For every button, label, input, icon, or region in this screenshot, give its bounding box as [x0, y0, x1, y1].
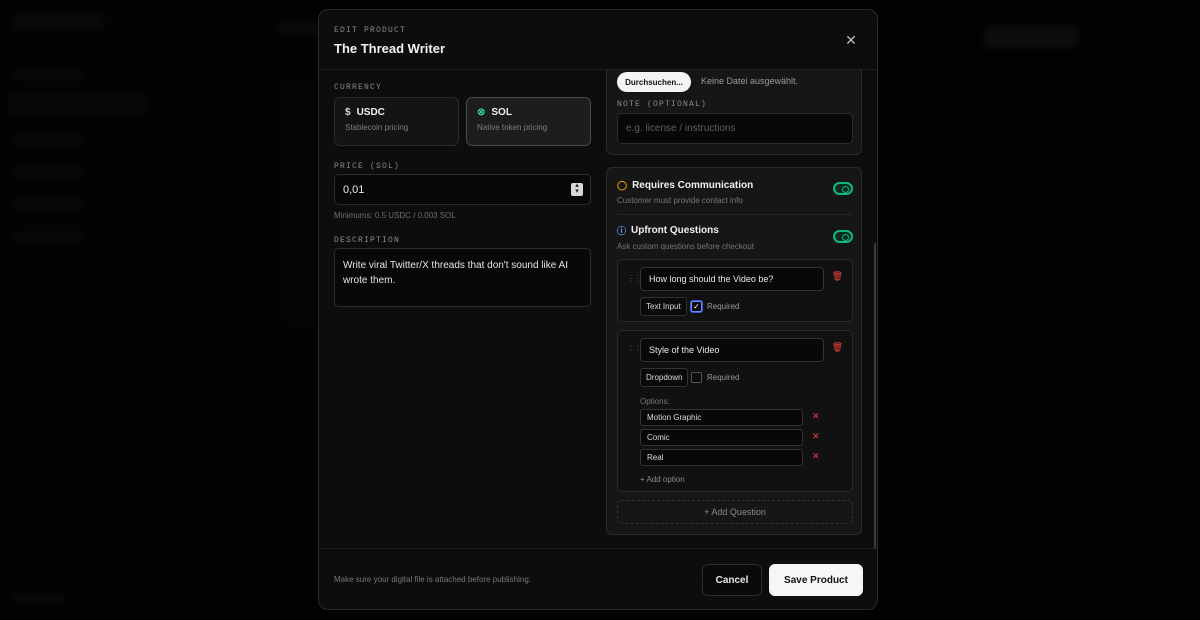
currency-option-title: SOL — [491, 107, 512, 118]
remove-option-icon[interactable]: ✕ — [812, 451, 820, 462]
modal-eyebrow: EDIT PRODUCT — [334, 26, 407, 35]
trash-icon[interactable]: 🗑 — [832, 342, 843, 353]
upfront-questions-toggle[interactable] — [833, 230, 853, 243]
option-input[interactable]: Motion Graphic — [640, 409, 803, 426]
question-card: ⋮⋮ How long should the Video be? 🗑 Text … — [617, 259, 853, 322]
chat-bubble-icon: ◯ — [617, 180, 628, 190]
question-text-input[interactable]: Style of the Video — [640, 338, 824, 362]
required-checkbox[interactable]: ✓ — [691, 301, 702, 312]
upfront-questions-row: ⓘ Upfront Questions Ask custom questions… — [617, 224, 853, 251]
required-checkbox[interactable] — [691, 372, 702, 383]
question-card: ⋮⋮ Style of the Video 🗑 Dropdown Require… — [617, 330, 853, 492]
option-input[interactable]: Comic — [640, 429, 803, 446]
required-label: Required — [707, 373, 740, 382]
description-textarea[interactable]: Write viral Twitter/X threads that don't… — [334, 248, 591, 307]
scrollbar[interactable] — [874, 243, 876, 557]
divider — [617, 214, 853, 215]
close-icon[interactable]: ✕ — [843, 32, 859, 48]
question-circle-icon: ⓘ — [617, 226, 627, 236]
upfront-questions-subtitle: Ask custom questions before checkout — [617, 242, 754, 251]
add-question-button[interactable]: + Add Question — [617, 500, 853, 524]
question-text-input[interactable]: How long should the Video be? — [640, 267, 824, 291]
option-input[interactable]: Real — [640, 449, 803, 466]
cancel-button[interactable]: Cancel — [702, 564, 762, 596]
required-label: Required — [707, 302, 740, 311]
price-value: 0,01 — [343, 183, 365, 196]
right-column: Durchsuchen... Keine Datei ausgewählt. N… — [606, 70, 862, 548]
question-type-select[interactable]: Dropdown — [640, 368, 689, 387]
drag-handle-icon[interactable]: ⋮⋮ — [627, 274, 642, 283]
price-input[interactable]: 0,01 ▴ ▾ — [334, 174, 591, 205]
requires-communication-toggle[interactable] — [833, 182, 853, 195]
modal-body: CURRENCY $ USDC Stablecoin pricing ⊗ SOL… — [319, 70, 877, 557]
number-stepper-icon[interactable]: ▴ ▾ — [571, 182, 583, 196]
footer-note: Make sure your digital file is attached … — [334, 575, 531, 584]
note-label: NOTE (OPTIONAL) — [617, 100, 708, 109]
no-file-selected-text: Keine Datei ausgewählt. — [701, 76, 799, 86]
currency-option-subtitle: Native token pricing — [477, 123, 548, 132]
requires-communication-subtitle: Customer must provide contact info — [617, 196, 743, 205]
remove-option-icon[interactable]: ✕ — [812, 431, 820, 442]
solana-icon: ⊗ — [477, 107, 486, 118]
requires-communication-row: ◯ Requires Communication Customer must p… — [617, 180, 853, 205]
currency-option-sol[interactable]: ⊗ SOL Native token pricing — [466, 97, 591, 146]
checkout-settings-card: ◯ Requires Communication Customer must p… — [606, 167, 862, 535]
price-minimums: Minimums: 0.5 USDC / 0.003 SOL — [334, 211, 456, 220]
note-input[interactable]: e.g. license / instructions — [617, 113, 853, 144]
price-label: PRICE (SOL) — [334, 162, 401, 171]
currency-option-title: USDC — [356, 107, 385, 118]
currency-label: CURRENCY — [334, 83, 383, 92]
trash-icon[interactable]: 🗑 — [832, 271, 843, 282]
browse-file-button[interactable]: Durchsuchen... — [617, 72, 691, 92]
edit-product-modal: EDIT PRODUCT The Thread Writer ✕ CURRENC… — [318, 9, 878, 610]
requires-communication-title: Requires Communication — [632, 180, 754, 191]
drag-handle-icon[interactable]: ⋮⋮ — [627, 345, 642, 354]
description-label: DESCRIPTION — [334, 236, 401, 245]
save-product-button[interactable]: Save Product — [769, 564, 863, 596]
currency-option-subtitle: Stablecoin pricing — [345, 123, 409, 132]
remove-option-icon[interactable]: ✕ — [812, 411, 820, 422]
dollar-icon: $ — [345, 107, 351, 118]
currency-option-usdc[interactable]: $ USDC Stablecoin pricing — [334, 97, 459, 146]
upfront-questions-title: Upfront Questions — [631, 225, 719, 236]
add-option-button[interactable]: + Add option — [640, 475, 685, 484]
file-upload-card: Durchsuchen... Keine Datei ausgewählt. N… — [606, 70, 862, 155]
modal-title: The Thread Writer — [334, 41, 446, 56]
modal-header: EDIT PRODUCT The Thread Writer ✕ — [319, 10, 877, 70]
options-label: Options: — [640, 397, 670, 406]
modal-footer: Make sure your digital file is attached … — [319, 548, 877, 609]
question-type-select[interactable]: Text Input — [640, 297, 687, 316]
